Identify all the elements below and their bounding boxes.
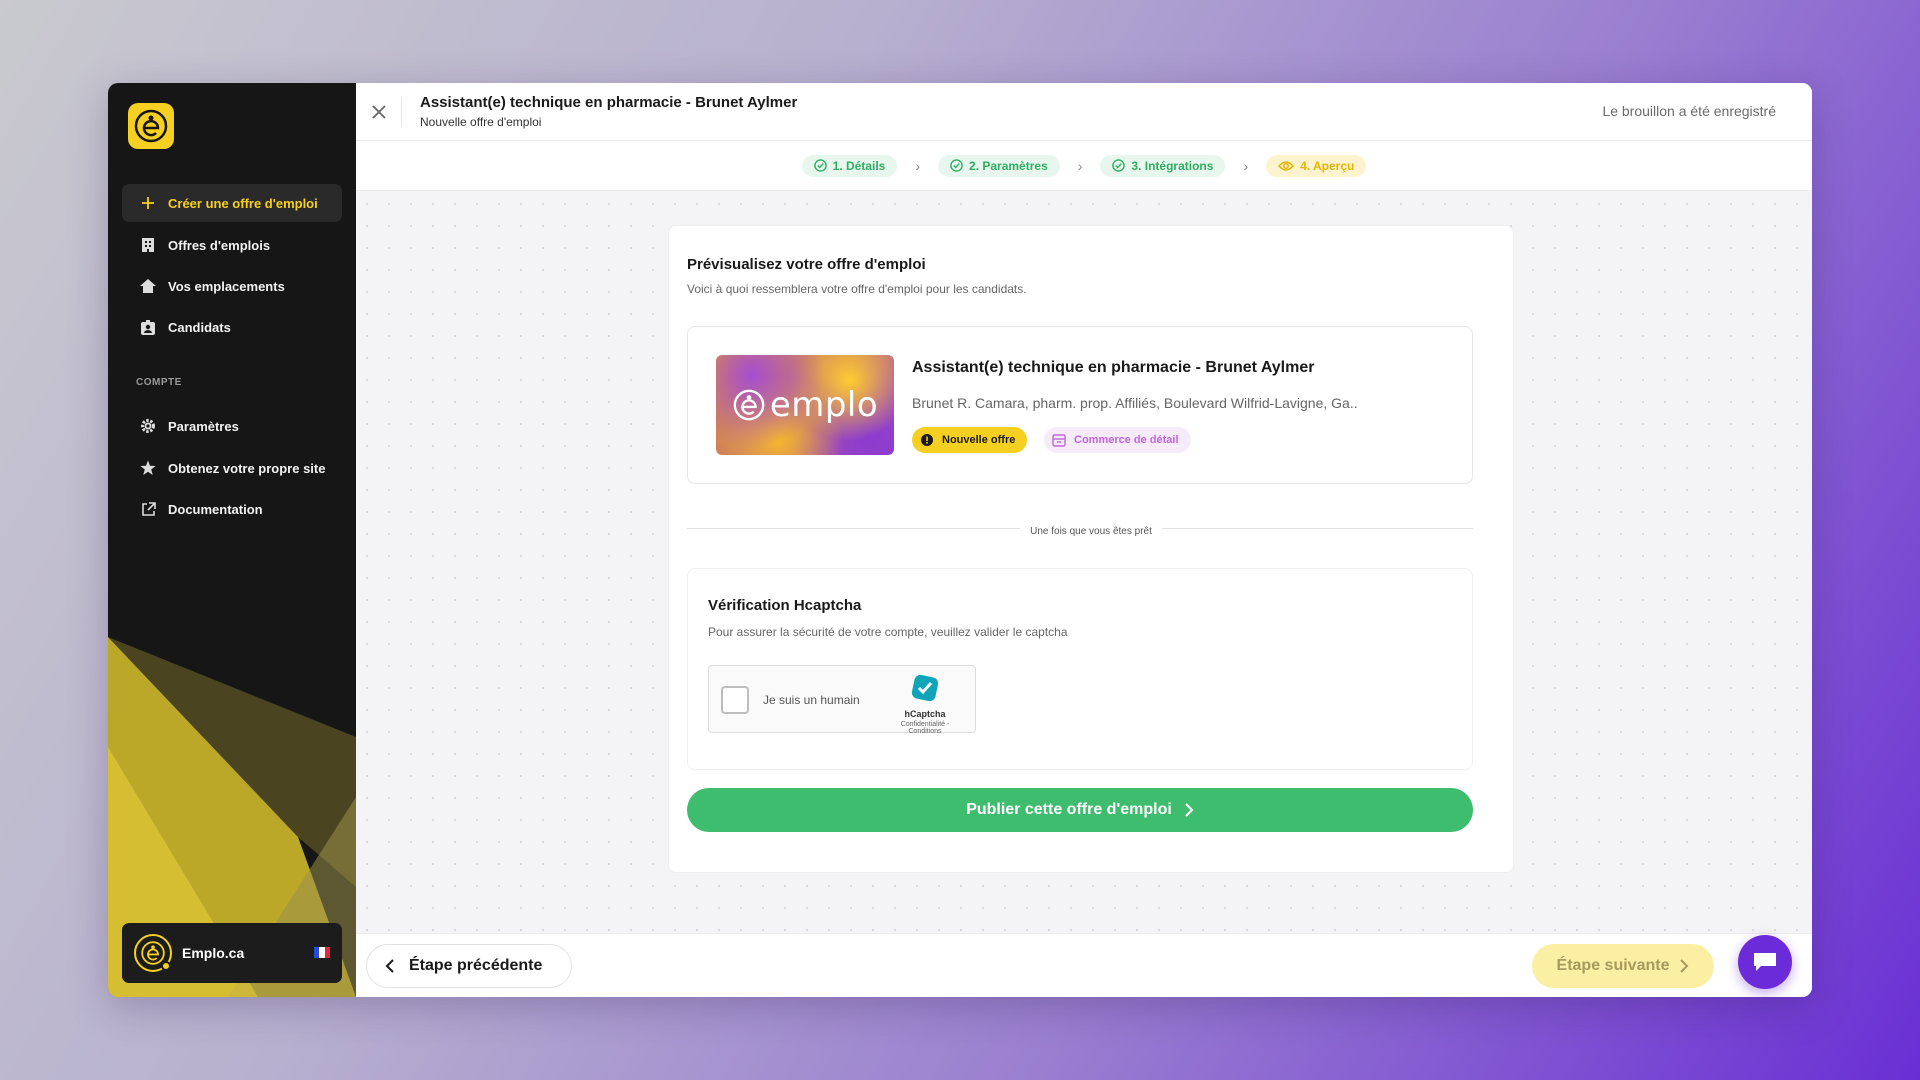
emplo-logo-icon xyxy=(733,389,765,421)
sidebar-item-settings[interactable]: Paramètres xyxy=(122,407,342,445)
eye-icon xyxy=(1278,160,1295,171)
chevron-left-icon xyxy=(385,959,394,973)
draft-status: Le brouillon a été enregistré xyxy=(1602,103,1776,119)
step-label: 1. Détails xyxy=(832,158,886,173)
step-label: 3. Intégrations xyxy=(1131,158,1214,173)
publish-button[interactable]: Publier cette offre d'emploi xyxy=(687,788,1473,832)
chevron-right-icon xyxy=(1185,803,1194,817)
step-label: 4. Aperçu xyxy=(1300,158,1355,173)
checkbox-label: Je suis un humain xyxy=(763,693,860,707)
create-job-label: Créer une offre d'emploi xyxy=(168,195,318,211)
job-location: Brunet R. Camara, pharm. prop. Affiliés,… xyxy=(912,395,1358,411)
preview-heading: Prévisualisez votre offre d'emploi xyxy=(687,256,926,273)
star-icon xyxy=(140,460,156,476)
step-preview[interactable]: 4. Aperçu xyxy=(1266,154,1367,177)
divider-label-wrap: Une fois que vous êtes prêt xyxy=(669,521,1513,539)
logo-word: emplo xyxy=(769,385,879,425)
account-section-label: COMPTE xyxy=(136,377,182,388)
sidebar-item-label: Paramètres xyxy=(168,418,239,434)
step-integrations[interactable]: 3. Intégrations xyxy=(1100,154,1226,177)
divider-label: Une fois que vous êtes prêt xyxy=(1020,526,1162,537)
next-step-button[interactable]: Étape suivante xyxy=(1532,944,1714,988)
badge-label: Nouvelle offre xyxy=(942,434,1016,446)
france-flag-icon[interactable] xyxy=(314,947,330,958)
publish-label: Publier cette offre d'emploi xyxy=(966,801,1172,818)
hcaptcha-widget: Je suis un humain hCaptcha Confidentiali… xyxy=(708,665,976,735)
title-block: Assistant(e) technique en pharmacie - Br… xyxy=(420,94,797,129)
previous-step-button[interactable]: Étape précédente xyxy=(366,944,572,988)
id-badge-icon xyxy=(140,319,156,335)
chevron-right-icon: › xyxy=(915,157,921,174)
sidebar-item-label: Candidats xyxy=(168,319,231,335)
hcaptcha-logo-icon xyxy=(911,674,939,702)
preview-description: Voici à quoi ressemblera votre offre d'e… xyxy=(687,282,1027,296)
check-circle-icon xyxy=(813,159,827,172)
sidebar: Créer une offre d'emploi Offres d'emploi… xyxy=(108,83,356,997)
account-name: Emplo.ca xyxy=(182,945,245,961)
page-subtitle: Nouvelle offre d'emploi xyxy=(420,115,542,129)
sidebar-item-job-offers[interactable]: Offres d'emplois xyxy=(122,226,342,264)
hcaptcha-name: hCaptcha xyxy=(904,709,946,719)
close-icon xyxy=(371,104,386,119)
job-title: Assistant(e) technique en pharmacie - Br… xyxy=(912,359,1315,376)
preview-card: Prévisualisez votre offre d'emploi Voici… xyxy=(668,225,1514,873)
top-bar: Assistant(e) technique en pharmacie - Br… xyxy=(356,83,1812,141)
captcha-section: Vérification Hcaptcha Pour assurer la sé… xyxy=(687,568,1473,770)
new-offer-badge: Nouvelle offre xyxy=(912,427,1028,453)
previous-step-label: Étape précédente xyxy=(409,957,543,974)
avatar xyxy=(134,934,172,972)
hcaptcha-brand: hCaptcha Confidentialité - Conditions xyxy=(885,674,965,735)
job-thumbnail: emplo xyxy=(716,355,894,455)
next-step-label: Étape suivante xyxy=(1556,957,1670,974)
sidebar-item-label: Obtenez votre propre site xyxy=(168,460,326,476)
badge-seal-icon xyxy=(921,434,933,446)
step-parameters[interactable]: 2. Paramètres xyxy=(938,154,1060,177)
building-icon xyxy=(140,237,156,253)
sidebar-item-label: Vos emplacements xyxy=(168,278,285,294)
sidebar-item-locations[interactable]: Vos emplacements xyxy=(122,267,342,305)
sidebar-item-candidates[interactable]: Candidats xyxy=(122,308,342,346)
check-circle-icon xyxy=(950,159,963,172)
footer-bar: Étape précédente Étape suivante xyxy=(356,933,1812,997)
app-window: Créer une offre d'emploi Offres d'emploi… xyxy=(108,83,1812,997)
home-icon xyxy=(140,278,156,294)
sidebar-item-own-site[interactable]: Obtenez votre propre site xyxy=(122,449,342,487)
step-details[interactable]: 1. Détails xyxy=(801,154,898,177)
stepper: 1. Détails › 2. Paramètres › 3. Intégrat… xyxy=(356,141,1812,191)
chat-button[interactable] xyxy=(1738,935,1792,989)
chevron-right-icon: › xyxy=(1243,157,1249,174)
badge-label: Commerce de détail xyxy=(1074,434,1179,446)
create-job-button[interactable]: Créer une offre d'emploi xyxy=(122,184,342,222)
emplo-logo[interactable] xyxy=(128,103,174,149)
captcha-description: Pour assurer la sécurité de votre compte… xyxy=(708,625,1068,639)
sidebar-item-documentation[interactable]: Documentation xyxy=(122,490,342,528)
main-content: Assistant(e) technique en pharmacie - Br… xyxy=(356,83,1812,997)
check-circle-icon xyxy=(1112,159,1126,172)
page-title: Assistant(e) technique en pharmacie - Br… xyxy=(420,94,798,111)
job-preview: emplo Assistant(e) technique en pharmaci… xyxy=(687,326,1473,484)
captcha-heading: Vérification Hcaptcha xyxy=(708,597,862,614)
account-switcher[interactable]: Emplo.ca xyxy=(122,923,342,983)
close-button[interactable] xyxy=(356,96,402,127)
category-badge: Commerce de détail xyxy=(1044,427,1191,453)
human-checkbox[interactable] xyxy=(721,686,749,714)
gear-icon xyxy=(140,418,156,434)
store-icon xyxy=(1052,433,1066,447)
status-dot xyxy=(161,961,171,971)
chevron-right-icon: › xyxy=(1077,157,1083,174)
chat-bubble-icon xyxy=(1754,953,1776,971)
sidebar-item-label: Offres d'emplois xyxy=(168,237,271,253)
sidebar-item-label: Documentation xyxy=(168,501,263,517)
plus-icon xyxy=(140,195,156,211)
hcaptcha-links[interactable]: Confidentialité - Conditions xyxy=(885,721,965,735)
chevron-right-icon xyxy=(1680,959,1689,973)
step-label: 2. Paramètres xyxy=(969,158,1048,173)
external-link-icon xyxy=(140,501,156,517)
